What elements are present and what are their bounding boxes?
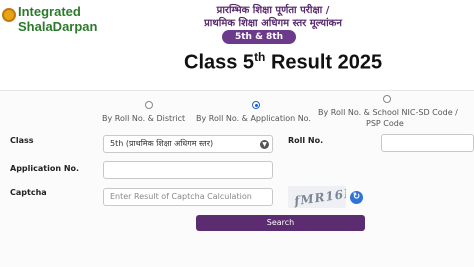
title-sup: th (254, 50, 266, 64)
application-no-input[interactable] (103, 161, 273, 179)
class-label: Class (10, 136, 34, 145)
class-select[interactable]: 5th (प्राथमिक शिक्षा अधिगम स्तर) ▼ (103, 135, 273, 153)
radio-roll-school-code[interactable] (383, 95, 391, 103)
captcha-text: fMR16B (293, 186, 346, 208)
radio-roll-application[interactable] (252, 101, 260, 109)
page-title: Class 5th Result 2025 (184, 50, 382, 75)
refresh-icon[interactable]: ↻ (350, 191, 363, 204)
radio-roll-district[interactable] (145, 101, 153, 109)
radio-label-roll-school-code-line2: PSP Code (366, 119, 404, 128)
radio-label-roll-application: By Roll No. & Application No. (196, 114, 311, 123)
exam-badge: 5th & 8th Exam (222, 30, 296, 56)
logo-text-line2: ShalaDarpan (18, 19, 98, 34)
captcha-label: Captcha (10, 188, 47, 197)
search-button[interactable]: Search (196, 215, 365, 231)
logo-text-line1: Integrated (18, 4, 81, 19)
exam-hindi-title: प्रारम्भिक शिक्षा पूर्णता परीक्षा / प्रा… (188, 4, 358, 30)
captcha-input[interactable]: Enter Result of Captcha Calculation (103, 188, 273, 206)
chevron-down-icon: ▼ (260, 140, 269, 149)
title-main: Class 5 (184, 51, 255, 74)
roll-no-input[interactable] (381, 134, 474, 152)
logo-gear-icon (2, 8, 16, 22)
title-rest: Result 2025 (265, 51, 383, 74)
radio-label-roll-district: By Roll No. & District (102, 114, 186, 123)
radio-label-roll-school-code-line1: By Roll No. & School NIC-SD Code / (318, 108, 458, 117)
hindi-title-line2: प्राथमिक शिक्षा अधिगम स्तर मूल्यांकन (204, 18, 342, 29)
application-no-label: Application No. (10, 164, 80, 173)
class-select-value: 5th (प्राथमिक शिक्षा अधिगम स्तर) (110, 139, 214, 148)
header-banner: Integrated ShalaDarpan प्रारम्भिक शिक्षा… (0, 0, 474, 88)
logo: Integrated ShalaDarpan (2, 2, 112, 38)
roll-no-label: Roll No. (288, 136, 324, 145)
hindi-title-line1: प्रारम्भिक शिक्षा पूर्णता परीक्षा / (216, 5, 330, 16)
captcha-image: fMR16B (288, 186, 346, 208)
